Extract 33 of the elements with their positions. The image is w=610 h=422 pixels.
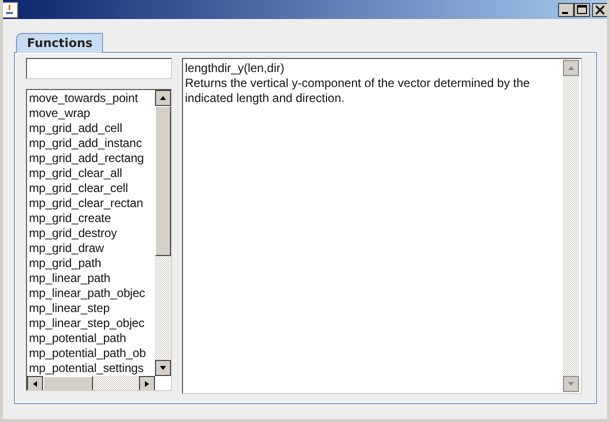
- minimize-icon[interactable]: [558, 2, 574, 16]
- function-item[interactable]: move_wrap: [27, 106, 155, 121]
- scroll-left-icon[interactable]: [27, 376, 43, 390]
- function-item[interactable]: mp_grid_draw: [27, 240, 155, 256]
- function-item[interactable]: mp_grid_add_rectang: [27, 150, 155, 166]
- function-item[interactable]: mp_grid_clear_cell: [27, 180, 155, 196]
- function-item[interactable]: mp_grid_destroy: [27, 226, 155, 241]
- function-item[interactable]: mp_grid_clear_rectan: [27, 196, 155, 211]
- scroll-thumb[interactable]: [155, 106, 171, 256]
- function-item[interactable]: mp_grid_clear_all: [27, 166, 155, 181]
- function-item[interactable]: mp_potential_path_ob: [27, 346, 155, 361]
- maximize-icon[interactable]: [574, 2, 590, 16]
- horizontal-scrollbar[interactable]: [27, 376, 155, 390]
- close-icon[interactable]: [592, 2, 607, 16]
- scroll-right-icon[interactable]: [139, 376, 155, 390]
- function-description: Returns the vertical y-component of the vector determined by the indicated length and direction.: [185, 76, 531, 106]
- function-item[interactable]: mp_grid_create: [27, 210, 155, 226]
- function-item[interactable]: mp_linear_path_objec: [27, 286, 155, 301]
- scroll-down-icon[interactable]: [155, 360, 171, 376]
- functions-tab[interactable]: Functions: [16, 33, 103, 53]
- function-item[interactable]: mp_potential_settings: [27, 360, 155, 376]
- function-item[interactable]: mp_linear_step: [27, 300, 155, 316]
- function-item[interactable]: move_towards_point: [27, 90, 155, 106]
- function-signature: lengthdir_y(len,dir): [185, 61, 286, 76]
- function-item[interactable]: mp_grid_add_cell: [27, 120, 155, 136]
- function-item[interactable]: mp_linear_step_objec: [27, 316, 155, 331]
- function-item[interactable]: mp_grid_path: [27, 256, 155, 271]
- scroll-up-icon[interactable]: [155, 90, 171, 106]
- vertical-scrollbar[interactable]: [155, 90, 171, 376]
- search-field[interactable]: [26, 58, 172, 79]
- function-item[interactable]: mp_grid_add_instanc: [27, 136, 155, 151]
- function-item[interactable]: mp_potential_path: [27, 330, 155, 346]
- function-item[interactable]: mp_linear_path: [27, 270, 155, 286]
